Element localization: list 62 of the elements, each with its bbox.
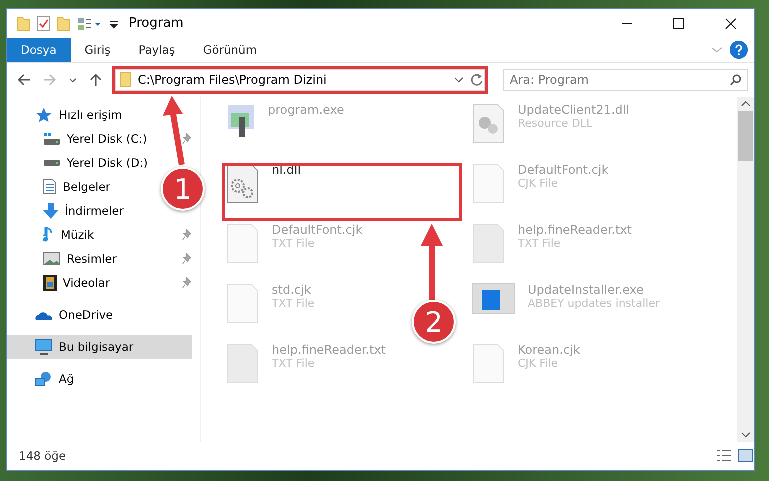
ribbon-tab[interactable]: Dosya (7, 38, 71, 62)
sidebar-item[interactable]: Müzik (7, 223, 98, 247)
drive-icon (43, 160, 61, 166)
down-arrow-icon (43, 203, 59, 219)
help-icon[interactable] (730, 41, 748, 59)
sidebar-item[interactable]: Bu bilgisayar (7, 335, 192, 359)
maximize-icon (673, 18, 685, 30)
ribbon-tab[interactable]: Görünüm (189, 38, 272, 62)
film-icon (43, 275, 57, 291)
file-type: CJK File (518, 357, 560, 370)
program-icon[interactable] (226, 103, 256, 139)
search-field[interactable]: Ara: Program (503, 69, 748, 91)
file-type: Resource DLL (518, 117, 594, 130)
pin-icon[interactable] (182, 133, 192, 145)
cloud-icon (35, 310, 53, 320)
file-type: TXT File (272, 297, 315, 310)
close-icon (725, 18, 737, 30)
ribbon-tab[interactable]: Paylaş (124, 38, 190, 62)
pin-icon[interactable] (182, 229, 192, 241)
window-title: Program (129, 16, 185, 31)
installer-icon[interactable] (472, 283, 516, 315)
sidebar-item[interactable]: Yerel Disk (D:) (7, 151, 152, 175)
back-arrow-icon[interactable] (17, 73, 31, 87)
sidebar-item[interactable]: Videolar (7, 271, 114, 295)
gear-file-icon[interactable] (226, 163, 260, 205)
sidebar-item[interactable]: Belgeler (7, 175, 115, 199)
folder-icon (120, 72, 132, 88)
view-dropdown-icon[interactable] (77, 16, 103, 32)
pin-icon[interactable] (182, 277, 192, 289)
checklist-icon[interactable] (37, 16, 51, 32)
document-icon (43, 179, 57, 195)
address-path: C:\Program Files\Program Dizini (138, 73, 328, 87)
pointer-arrow (163, 96, 185, 166)
sidebar-item[interactable]: Hızlı erişim (7, 103, 126, 127)
picture-icon (43, 252, 61, 266)
pin-icon[interactable] (182, 253, 192, 265)
sidebar-item[interactable]: OneDrive (7, 303, 118, 327)
file-type: TXT File (272, 357, 316, 370)
monitor-icon (35, 339, 53, 355)
file-type: TXT File (272, 237, 316, 250)
item-count: 148 öğe (19, 449, 68, 463)
sidebar-item[interactable]: Yerel Disk (C:) (7, 127, 152, 151)
scrollbar-thumb[interactable] (738, 111, 753, 161)
music-note-icon (43, 227, 55, 243)
large-icons-view-icon[interactable] (738, 449, 754, 463)
up-arrow-icon[interactable] (89, 73, 103, 87)
refresh-icon[interactable] (470, 73, 484, 87)
sidebar-item[interactable]: İndirmeler (7, 199, 128, 223)
address-bar[interactable]: C:\Program Files\Program Dizini (115, 69, 485, 91)
star-icon (35, 107, 53, 123)
dropdown-caret-icon[interactable] (454, 75, 464, 85)
details-view-icon[interactable] (716, 449, 732, 463)
scrollbar[interactable] (737, 97, 754, 442)
sidebar-item[interactable]: Resimler (7, 247, 121, 271)
sidebar-item[interactable]: Ağ (7, 367, 78, 391)
network-icon (35, 371, 53, 387)
file-type: ABBEY updates installer (528, 297, 660, 310)
ribbon-tab[interactable]: Giriş (70, 38, 125, 62)
drive-icon (43, 133, 61, 145)
file-type: TXT File (518, 237, 562, 250)
file-type: CJK File (518, 177, 560, 190)
search-icon[interactable] (730, 74, 742, 86)
